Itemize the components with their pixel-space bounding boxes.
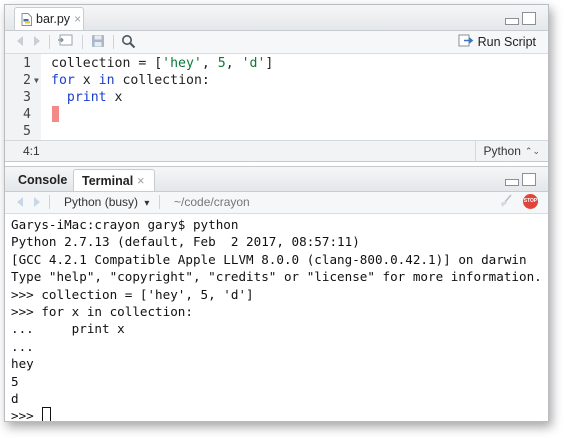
code-line-1: collection = ['hey', 5, 'd'] bbox=[51, 55, 273, 72]
terminal-tab-label: Terminal bbox=[82, 173, 134, 188]
minimize-pane-icon[interactable] bbox=[505, 179, 519, 186]
cursor-position: 4:1 bbox=[23, 144, 40, 158]
code-token: print bbox=[66, 90, 107, 105]
forward-arrow-icon[interactable] bbox=[29, 195, 43, 213]
console-pane: Console Terminal × Python (busy) ▾ ~/cod… bbox=[5, 166, 548, 422]
code-editor[interactable]: 1 2 3 4 5 ▼ collection = ['hey', 5, 'd']… bbox=[5, 54, 548, 140]
back-arrow-icon[interactable] bbox=[14, 195, 28, 213]
terminal-line: ... print x bbox=[11, 321, 125, 337]
code-token: 'd' bbox=[241, 56, 266, 71]
language-label: Python bbox=[483, 144, 521, 158]
toolbar-divider bbox=[159, 195, 160, 209]
save-icon[interactable] bbox=[91, 34, 105, 52]
search-icon[interactable] bbox=[121, 34, 136, 53]
code-line-2: for x in collection: bbox=[51, 72, 210, 89]
run-script-button[interactable]: Run Script bbox=[458, 34, 536, 50]
console-tabbar: Console Terminal × bbox=[5, 167, 548, 192]
forward-arrow-icon[interactable] bbox=[29, 34, 43, 52]
terminal-line: Garys-iMac:crayon gary$ python bbox=[11, 217, 239, 232]
terminal-toolbar: Python (busy) ▾ ~/code/crayon STOP bbox=[5, 192, 548, 214]
language-selector[interactable]: Python ⌃⌄ bbox=[474, 141, 548, 161]
editor-toolbar: Run Script bbox=[5, 31, 548, 54]
code-token: , bbox=[225, 56, 242, 71]
session-label: Python (busy) bbox=[64, 195, 139, 209]
clear-console-icon[interactable] bbox=[498, 194, 514, 211]
source-editor-pane: bar.py × Run Script 1 2 3 4 5 ▼ collecti… bbox=[5, 5, 548, 162]
show-in-new-window-icon[interactable] bbox=[57, 34, 75, 52]
code-line-3: print x bbox=[51, 89, 123, 106]
terminal-line: Type "help", "copyright", "credits" or "… bbox=[11, 269, 542, 285]
maximize-pane-icon[interactable] bbox=[522, 12, 536, 25]
editor-statusbar: 4:1 Python ⌃⌄ bbox=[5, 140, 548, 161]
tab-terminal[interactable]: Terminal × bbox=[73, 169, 155, 191]
terminal-line: [GCC 4.2.1 Compatible Apple LLVM 8.0.0 (… bbox=[11, 251, 527, 267]
maximize-pane-icon[interactable] bbox=[522, 173, 536, 186]
terminal-cursor bbox=[42, 407, 52, 421]
terminal-session-dropdown[interactable]: Python (busy) ▾ bbox=[64, 195, 149, 211]
toolbar-divider bbox=[113, 35, 114, 49]
chevron-down-icon: ▾ bbox=[144, 198, 150, 209]
line-number: 3 bbox=[23, 90, 31, 105]
terminal-prompt: >>> bbox=[11, 408, 42, 422]
minimize-pane-icon[interactable] bbox=[505, 18, 519, 25]
terminal-line: ... bbox=[11, 338, 34, 354]
line-number: 1 bbox=[23, 56, 31, 71]
terminal-line: >>> collection = ['hey', 5, 'd'] bbox=[11, 286, 254, 302]
toolbar-divider bbox=[82, 35, 83, 49]
code-token: ] bbox=[265, 56, 274, 71]
terminal-line: >>> for x in collection: bbox=[11, 303, 193, 319]
updown-chevron-icon: ⌃⌄ bbox=[524, 146, 540, 156]
run-script-icon bbox=[458, 34, 474, 50]
tab-close-icon[interactable]: × bbox=[74, 12, 81, 26]
text-cursor bbox=[52, 106, 59, 122]
code-token: x bbox=[74, 73, 99, 88]
editor-tab-label: bar.py bbox=[36, 12, 71, 26]
code-token: collection = [ bbox=[51, 56, 163, 71]
console-tab-label: Console bbox=[18, 173, 68, 187]
terminal-prompt-line[interactable]: >>> bbox=[11, 407, 541, 422]
terminal-line: 5 bbox=[11, 373, 19, 389]
console-window-controls bbox=[505, 173, 536, 186]
working-directory: ~/code/crayon bbox=[174, 195, 250, 209]
back-arrow-icon[interactable] bbox=[14, 34, 28, 52]
code-token: 5 bbox=[217, 56, 226, 71]
editor-tabbar: bar.py × bbox=[5, 5, 548, 31]
rstudio-window: bar.py × Run Script 1 2 3 4 5 ▼ collecti… bbox=[4, 4, 549, 422]
tab-close-icon[interactable]: × bbox=[137, 174, 144, 188]
editor-tab-bar-py[interactable]: bar.py × bbox=[14, 7, 84, 30]
code-token: x bbox=[106, 90, 123, 105]
toolbar-divider bbox=[49, 195, 50, 209]
toolbar-divider bbox=[49, 35, 50, 49]
editor-window-controls bbox=[505, 12, 536, 25]
terminal-line: d bbox=[11, 390, 19, 406]
code-token: , bbox=[201, 56, 218, 71]
code-token: for bbox=[51, 73, 75, 88]
line-number: 5 bbox=[23, 124, 31, 139]
code-token: collection: bbox=[114, 73, 210, 88]
line-number: 4 bbox=[23, 107, 31, 122]
terminal-output[interactable]: Garys-iMac:crayon gary$ python Python 2.… bbox=[11, 216, 542, 422]
tab-console[interactable]: Console bbox=[14, 169, 71, 191]
terminal-line: Python 2.7.13 (default, Feb 2 2017, 08:5… bbox=[11, 234, 360, 250]
line-number: 2 bbox=[23, 73, 31, 88]
terminal-line: hey bbox=[11, 356, 34, 372]
line-number-gutter: 1 2 3 4 5 ▼ bbox=[5, 54, 41, 140]
python-file-icon bbox=[21, 12, 32, 26]
run-script-label: Run Script bbox=[477, 35, 536, 49]
stop-icon[interactable]: STOP bbox=[523, 194, 538, 209]
code-token: in bbox=[98, 73, 115, 88]
fold-toggle-icon[interactable]: ▼ bbox=[34, 72, 39, 89]
code-token: 'hey' bbox=[162, 56, 202, 71]
